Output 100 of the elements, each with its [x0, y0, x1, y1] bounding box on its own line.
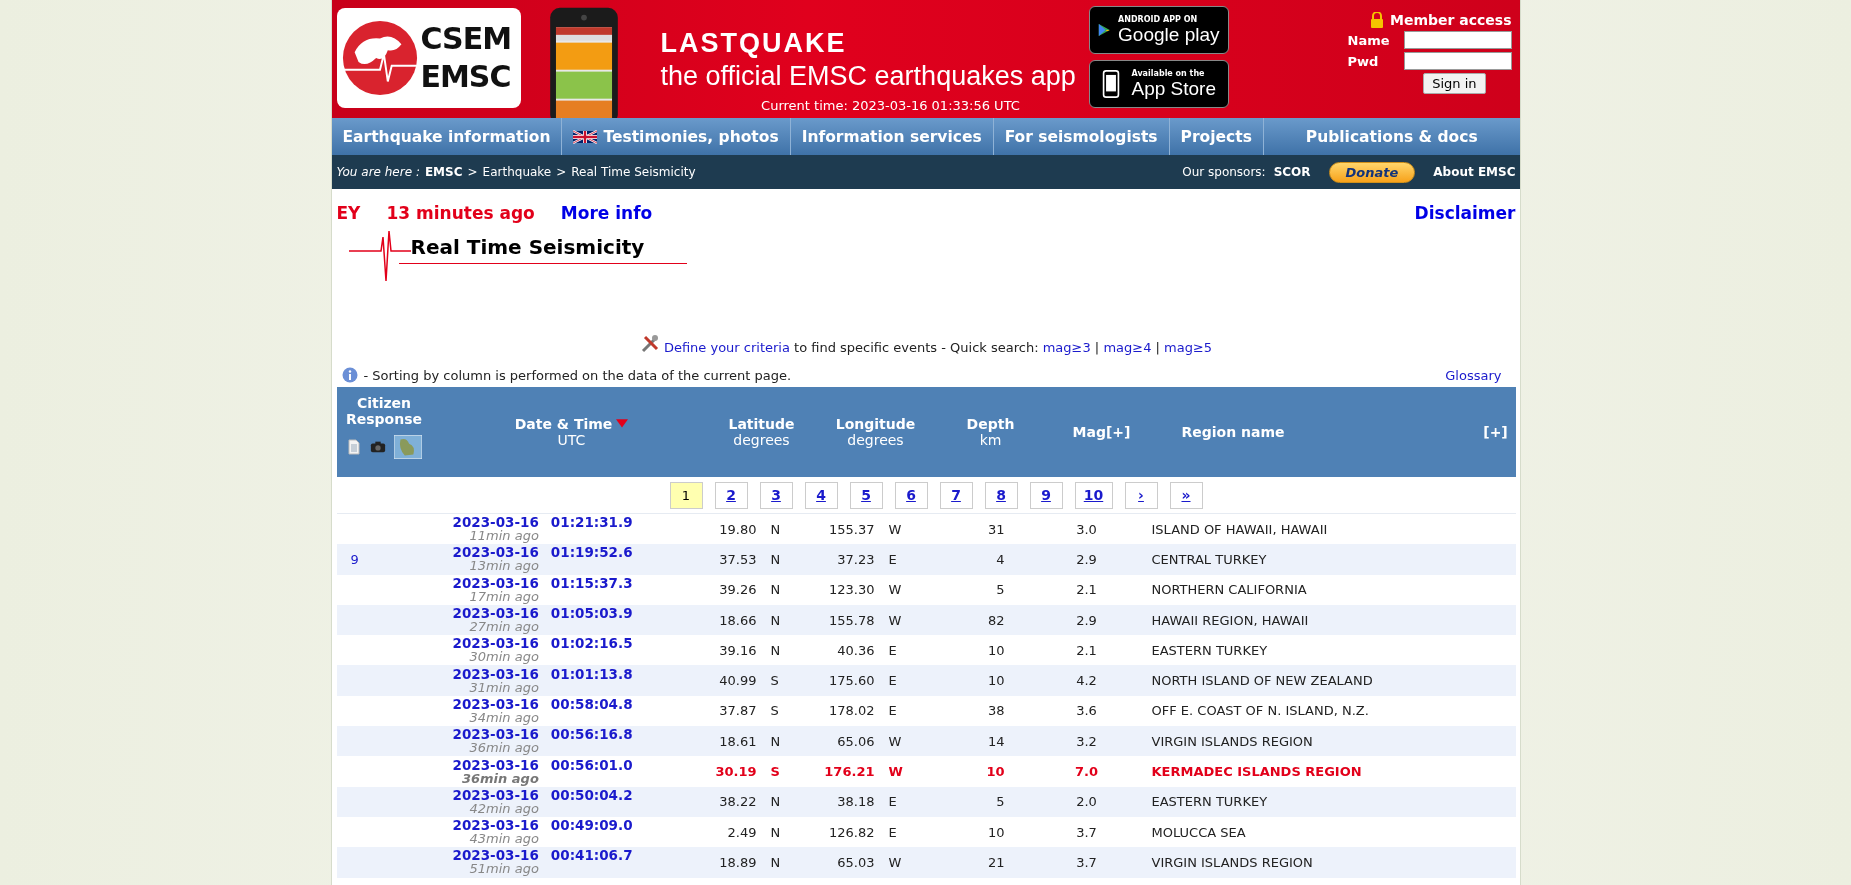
time-link[interactable]: 01:19:52.6: [550, 545, 633, 560]
page-link[interactable]: 6: [894, 481, 928, 509]
table-cell: 30.19: [715, 764, 757, 779]
sponsor-link[interactable]: SCOR: [1273, 165, 1311, 179]
donate-button[interactable]: Donate: [1328, 161, 1416, 183]
time-link[interactable]: 01:01:13.8: [550, 666, 633, 681]
page-link[interactable]: 5: [849, 481, 883, 509]
time-link[interactable]: 00:56:16.8: [550, 727, 633, 742]
table-cell: S: [770, 764, 780, 779]
date-link[interactable]: 2023-03-16: [452, 818, 539, 833]
table-cell: KERMADEC ISLANDS REGION: [1151, 764, 1362, 779]
table-cell: NORTHERN CALIFORNIA: [1151, 582, 1307, 598]
table-cell: VIRGIN ISLANDS REGION: [1151, 854, 1313, 870]
time-link[interactable]: 01:05:03.9: [550, 606, 633, 621]
time-link[interactable]: 00:49:09.0: [550, 818, 633, 833]
disclaimer-link[interactable]: Disclaimer: [1414, 203, 1516, 223]
time-link[interactable]: 01:02:16.5: [550, 636, 633, 651]
table-cell: 39.26: [719, 582, 757, 598]
table-cell: 10: [986, 764, 1005, 779]
breadcrumb-link[interactable]: EMSC: [424, 165, 463, 179]
page-link[interactable]: 9: [1029, 481, 1063, 509]
table-cell: E: [888, 673, 897, 689]
column-header[interactable]: Longitude degrees: [811, 387, 940, 477]
table-cell: N: [770, 794, 781, 810]
glossary-link[interactable]: Glossary: [1445, 367, 1502, 383]
time-link[interactable]: 00:58:04.8: [550, 696, 633, 711]
table-cell: 37.87: [719, 703, 757, 719]
table-cell: 38.18: [837, 794, 875, 810]
date-link[interactable]: 2023-03-16: [452, 575, 539, 590]
date-link[interactable]: 2023-03-16: [452, 515, 539, 530]
time-ago: 11min ago: [469, 529, 539, 544]
table-cell: 18.66: [719, 612, 757, 628]
page-link[interactable]: 7: [939, 481, 973, 509]
table-cell: 40.36: [837, 642, 875, 658]
table-cell: 18.89: [719, 854, 757, 870]
member-access-label: Member access: [1390, 12, 1512, 28]
page-link[interactable]: 3: [759, 481, 793, 509]
date-link[interactable]: 2023-03-16: [452, 787, 539, 802]
table-cell: 82: [987, 612, 1005, 628]
time-ago: 27min ago: [469, 620, 539, 635]
column-header[interactable]: Region name: [1161, 387, 1476, 477]
quick-search-link[interactable]: mag≥4: [1103, 340, 1152, 355]
table-cell: 10: [987, 824, 1005, 840]
table-cell: 155.37: [829, 521, 875, 537]
table-cell: 3.7: [1076, 854, 1097, 870]
table-cell: MOLUCCA SEA: [1151, 824, 1246, 840]
page-link[interactable]: 1: [669, 481, 703, 509]
column-header[interactable]: Depth km: [939, 387, 1042, 477]
date-link[interactable]: 2023-03-16: [452, 757, 539, 772]
banner-title: LASTQUAKE: [660, 28, 848, 59]
column-header[interactable]: Latitude degrees: [711, 387, 812, 477]
date-link[interactable]: 2023-03-16: [452, 606, 539, 621]
quick-search-link[interactable]: mag≥3: [1042, 340, 1091, 355]
time-link[interactable]: 00:50:04.2: [550, 787, 633, 802]
table-cell: 37.53: [719, 551, 757, 567]
table-cell: E: [888, 551, 897, 567]
citizen-count[interactable]: 9: [336, 551, 359, 567]
date-link[interactable]: 2023-03-16: [452, 666, 539, 681]
page-link[interactable]: ›: [1124, 481, 1158, 509]
breadcrumb-separator: >: [467, 165, 478, 179]
sign-in-button[interactable]: Sign in: [1423, 73, 1486, 94]
column-header[interactable]: Citizen Response: [344, 395, 424, 427]
page-link[interactable]: 8: [984, 481, 1018, 509]
store-badge[interactable]: ANDROID APP ON Google play: [1088, 6, 1229, 54]
criteria-text: Define your criteria to find specific events - Quick search: mag≥3 | mag≥4 | mag≥5: [663, 340, 1213, 355]
date-link[interactable]: 2023-03-16: [452, 848, 539, 863]
table-cell: 39.16: [719, 642, 757, 658]
column-header[interactable]: Mag[+]: [1041, 387, 1162, 477]
store-badge[interactable]: Available on the App Store: [1088, 60, 1229, 108]
date-link[interactable]: 2023-03-16: [452, 636, 539, 651]
table-cell: N: [770, 854, 781, 870]
about-link[interactable]: About EMSC: [1433, 165, 1516, 179]
time-link[interactable]: 00:41:06.7: [550, 848, 633, 863]
define-criteria-link[interactable]: Define your criteria: [663, 340, 790, 355]
table-cell: N: [770, 521, 781, 537]
page-link[interactable]: 10: [1074, 481, 1113, 509]
nav-item[interactable]: Publications & docs: [1263, 118, 1520, 155]
page-link[interactable]: 4: [804, 481, 838, 509]
date-link[interactable]: 2023-03-16: [452, 727, 539, 742]
time-link[interactable]: 01:15:37.3: [550, 575, 633, 590]
table-cell: W: [888, 582, 902, 598]
table-cell: 14: [987, 733, 1005, 749]
table-cell: HAWAII REGION, HAWAII: [1151, 612, 1309, 628]
more-info-link[interactable]: More info: [560, 203, 653, 223]
date-link[interactable]: 2023-03-16: [452, 696, 539, 711]
table-cell: N: [770, 824, 781, 840]
time-ago: 31min ago: [469, 680, 539, 695]
column-header[interactable]: Date & Time UTC: [431, 387, 712, 477]
date-link[interactable]: 2023-03-16: [452, 545, 539, 560]
time-link[interactable]: 00:56:01.0: [550, 757, 633, 772]
table-cell: OFF E. COAST OF N. ISLAND, N.Z.: [1151, 703, 1369, 719]
page-link[interactable]: »: [1169, 481, 1203, 509]
table-cell: ISLAND OF HAWAII, HAWAII: [1151, 521, 1328, 537]
column-header[interactable]: [+]: [1475, 387, 1516, 477]
quick-search-link[interactable]: mag≥5: [1164, 340, 1213, 355]
table-cell: 4.2: [1076, 673, 1097, 689]
breadcrumb-link[interactable]: Earthquake: [482, 165, 552, 179]
page-link[interactable]: 2: [714, 481, 748, 509]
time-link[interactable]: 01:21:31.9: [550, 515, 633, 530]
table-cell: W: [888, 854, 902, 870]
